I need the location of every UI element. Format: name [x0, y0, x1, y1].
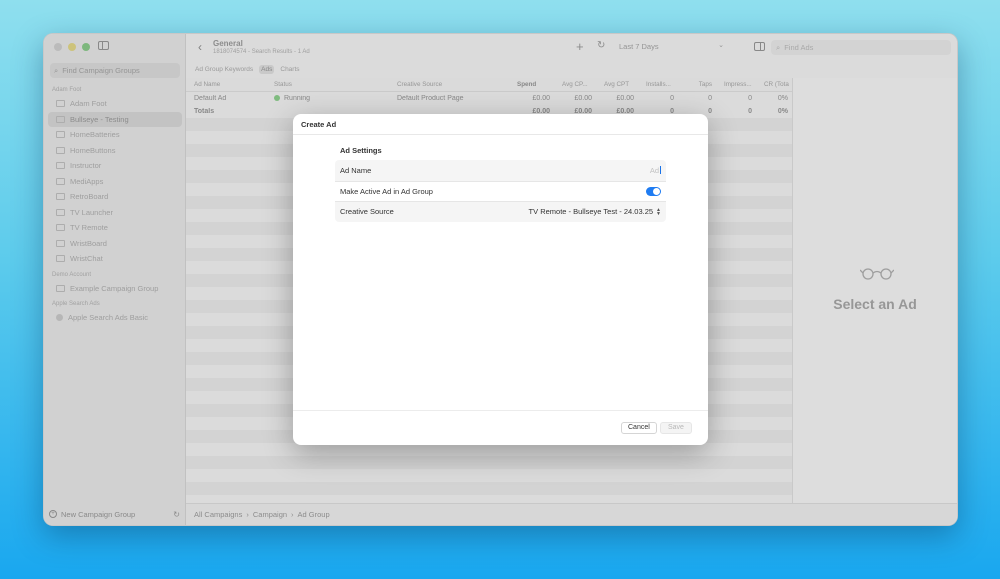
ad-settings-heading: Ad Settings [340, 146, 382, 155]
ad-name-placeholder: Ad [649, 165, 659, 175]
dialog-title: Create Ad [301, 120, 337, 129]
text-caret [660, 166, 661, 175]
up-down-chevron-icon: ▲ ▼ [656, 206, 661, 217]
cancel-button[interactable]: Cancel [621, 422, 657, 434]
creative-source-label: Creative Source [340, 207, 394, 217]
ad-name-row: Ad Name Ad [335, 160, 666, 181]
ad-settings-form: Ad Name Ad Make Active Ad in Ad Group Cr… [335, 160, 666, 222]
creative-source-select[interactable]: TV Remote - Bullseye Test - 24.03.25 ▲ ▼ [529, 207, 661, 216]
ad-name-label: Ad Name [340, 165, 372, 175]
creative-source-row: Creative Source TV Remote - Bullseye Tes… [335, 201, 666, 222]
creative-source-value: TV Remote - Bullseye Test - 24.03.25 [528, 207, 654, 217]
divider [293, 134, 708, 135]
make-active-toggle[interactable] [646, 186, 661, 196]
save-button[interactable]: Save [660, 422, 692, 434]
ad-name-input[interactable]: Ad [650, 166, 661, 175]
active-ad-row: Make Active Ad in Ad Group [335, 180, 666, 201]
divider [293, 410, 708, 411]
create-ad-dialog: Create Ad Ad Settings Ad Name Ad Make Ac… [293, 114, 708, 445]
make-active-label: Make Active Ad in Ad Group [340, 186, 433, 196]
